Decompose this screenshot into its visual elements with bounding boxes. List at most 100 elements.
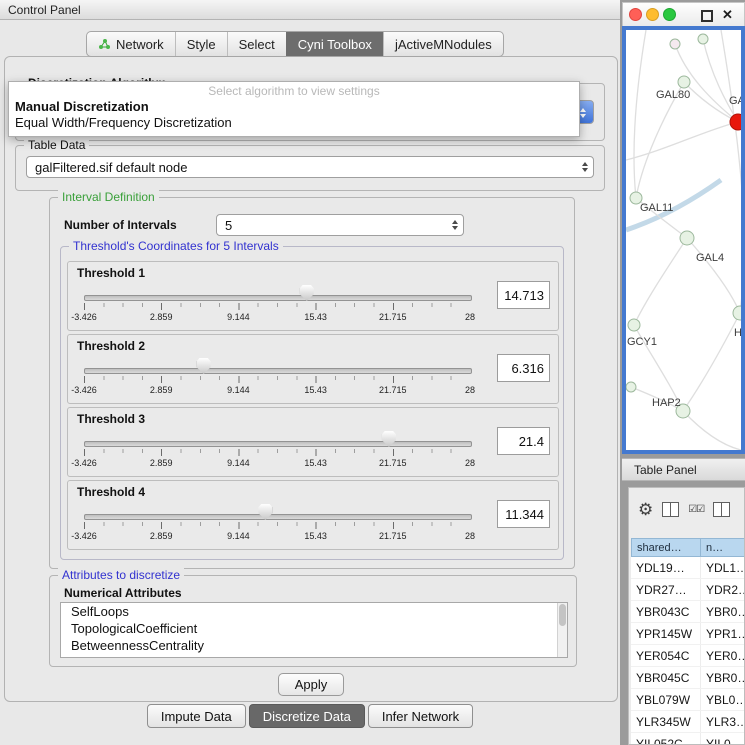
table-row[interactable]: YIL052C YIL0… — [631, 733, 744, 745]
network-edge — [634, 30, 646, 198]
table-row[interactable]: YPR145W YPR1… — [631, 623, 744, 645]
gear-icon[interactable]: ⚙ — [638, 501, 653, 518]
close-panel-icon[interactable]: ✕ — [722, 7, 733, 23]
table-cell[interactable]: YBR0… — [701, 667, 745, 688]
tab-network[interactable]: Network — [87, 32, 175, 56]
network-node[interactable] — [733, 306, 741, 320]
slider-track[interactable] — [84, 441, 472, 447]
network-node[interactable] — [670, 39, 680, 49]
network-node[interactable] — [678, 76, 690, 88]
network-view-window: ✕ — [622, 2, 745, 454]
select-columns-icon[interactable]: ☑☑ — [688, 504, 704, 515]
threshold-1-slider[interactable]: -3.426 2.859 9.144 15.43 21.715 28 — [84, 284, 470, 328]
algorithm-option-manual[interactable]: Manual Discretization — [9, 99, 579, 115]
column-header-name[interactable]: n… — [701, 538, 745, 557]
network-node[interactable] — [628, 319, 640, 331]
tab-cyni-toolbox[interactable]: Cyni Toolbox — [286, 32, 383, 56]
table-row[interactable]: YBR045C YBR0… — [631, 667, 744, 689]
number-of-intervals-label: Number of Intervals — [64, 218, 177, 232]
slider-ticks — [84, 522, 470, 529]
table-data-combobox[interactable]: galFiltered.sif default node — [26, 156, 594, 178]
tab-style[interactable]: Style — [175, 32, 227, 56]
table-row[interactable]: YBL079W YBL0… — [631, 689, 744, 711]
table-row[interactable]: YDR27… YDR2… — [631, 579, 744, 601]
tab-infer-network[interactable]: Infer Network — [368, 704, 473, 728]
scrollbar-thumb[interactable] — [559, 604, 566, 626]
network-edge — [687, 238, 740, 313]
table-cell[interactable]: YDL1… — [701, 557, 745, 578]
algorithm-option-equal-width[interactable]: Equal Width/Frequency Discretization — [9, 115, 579, 131]
threshold-3-slider[interactable]: -3.426 2.859 9.144 15.43 21.715 28 — [84, 430, 470, 474]
network-canvas[interactable]: GAL80GAGAL11GAL4GCY1HHAP2 — [626, 30, 741, 450]
table-cell[interactable]: YDR27… — [631, 579, 701, 600]
threshold-3-value-field[interactable]: 21.4 — [497, 427, 550, 455]
table-cell[interactable]: YDR2… — [701, 579, 745, 600]
table-cell[interactable]: YIL0… — [701, 733, 745, 745]
network-edge — [683, 313, 740, 411]
network-node-label: GAL80 — [656, 89, 690, 101]
table-cell[interactable]: YBR0… — [701, 601, 745, 622]
float-panel-icon[interactable] — [701, 10, 713, 22]
table-cell[interactable]: YLR3… — [701, 711, 745, 732]
slider-track[interactable] — [84, 295, 472, 301]
columns-icon[interactable] — [662, 502, 679, 517]
table-cell[interactable]: YDL19… — [631, 557, 701, 578]
table-cell[interactable]: YLR345W — [631, 711, 701, 732]
apply-button[interactable]: Apply — [278, 673, 344, 696]
list-item[interactable]: SelfLoops — [61, 603, 567, 620]
threshold-2-slider[interactable]: -3.426 2.859 9.144 15.43 21.715 28 — [84, 357, 470, 401]
network-node-label: HAP2 — [652, 397, 681, 409]
network-icon — [98, 38, 111, 51]
threshold-2-panel: Threshold 2 -3.426 2.859 9.144 15.43 21.… — [67, 334, 559, 404]
table-cell[interactable]: YBL079W — [631, 689, 701, 710]
column-header-shared-name[interactable]: shared… — [631, 538, 701, 557]
network-edge — [683, 411, 741, 450]
table-cell[interactable]: YBL0… — [701, 689, 745, 710]
table-cell[interactable]: YER054C — [631, 645, 701, 666]
threshold-1-value-field[interactable]: 14.713 — [497, 281, 550, 309]
table-row[interactable]: YLR345W YLR3… — [631, 711, 744, 733]
network-node[interactable] — [730, 114, 741, 130]
table-cell[interactable]: YPR145W — [631, 623, 701, 644]
control-panel-title: Control Panel — [8, 3, 81, 17]
table-cell[interactable]: YPR1… — [701, 623, 745, 644]
table-cell[interactable]: YBR045C — [631, 667, 701, 688]
threshold-4-slider[interactable]: -3.426 2.859 9.144 15.43 21.715 28 — [84, 503, 470, 547]
tab-select[interactable]: Select — [227, 32, 286, 56]
table-row[interactable]: YBR043C YBR0… — [631, 601, 744, 623]
interval-definition-group-title: Interval Definition — [58, 190, 159, 204]
number-of-intervals-combobox[interactable]: 5 — [216, 214, 464, 236]
zoom-traffic-button[interactable] — [663, 8, 676, 21]
tab-jactivemnodules[interactable]: jActiveMNodules — [383, 32, 503, 56]
tick-label: 2.859 — [150, 312, 173, 322]
tab-impute-data[interactable]: Impute Data — [147, 704, 246, 728]
network-node-label: GA — [729, 95, 741, 107]
list-scrollbar[interactable] — [557, 603, 567, 657]
control-panel-titlebar: Control Panel — [0, 0, 620, 20]
list-item[interactable]: TopologicalCoefficient — [61, 620, 567, 637]
table-cell[interactable]: YER0… — [701, 645, 745, 666]
tab-cyni-toolbox-label: Cyni Toolbox — [298, 37, 372, 52]
threshold-4-value-field[interactable]: 11.344 — [497, 500, 550, 528]
tab-select-label: Select — [239, 37, 275, 52]
table-row[interactable]: YER054C YER0… — [631, 645, 744, 667]
table-cell[interactable]: YIL052C — [631, 733, 701, 745]
network-node[interactable] — [680, 231, 694, 245]
table-cell[interactable]: YBR043C — [631, 601, 701, 622]
network-node[interactable] — [698, 34, 708, 44]
table-panel-titlebar: Table Panel — [622, 458, 745, 481]
slider-track[interactable] — [84, 368, 472, 374]
list-item[interactable]: BetweennessCentrality — [61, 637, 567, 654]
table-panel-title: Table Panel — [634, 463, 697, 477]
table-mode-icon[interactable] — [713, 502, 730, 517]
minimize-traffic-button[interactable] — [646, 8, 659, 21]
tab-discretize-data[interactable]: Discretize Data — [249, 704, 365, 728]
network-edge — [626, 122, 738, 160]
algorithm-placeholder-item: Select algorithm to view settings — [9, 84, 579, 99]
tick-label: 21.715 — [379, 458, 407, 468]
close-traffic-button[interactable] — [629, 8, 642, 21]
slider-track[interactable] — [84, 514, 472, 520]
network-node[interactable] — [626, 382, 636, 392]
threshold-2-value-field[interactable]: 6.316 — [497, 354, 550, 382]
table-row[interactable]: YDL19… YDL1… — [631, 557, 744, 579]
